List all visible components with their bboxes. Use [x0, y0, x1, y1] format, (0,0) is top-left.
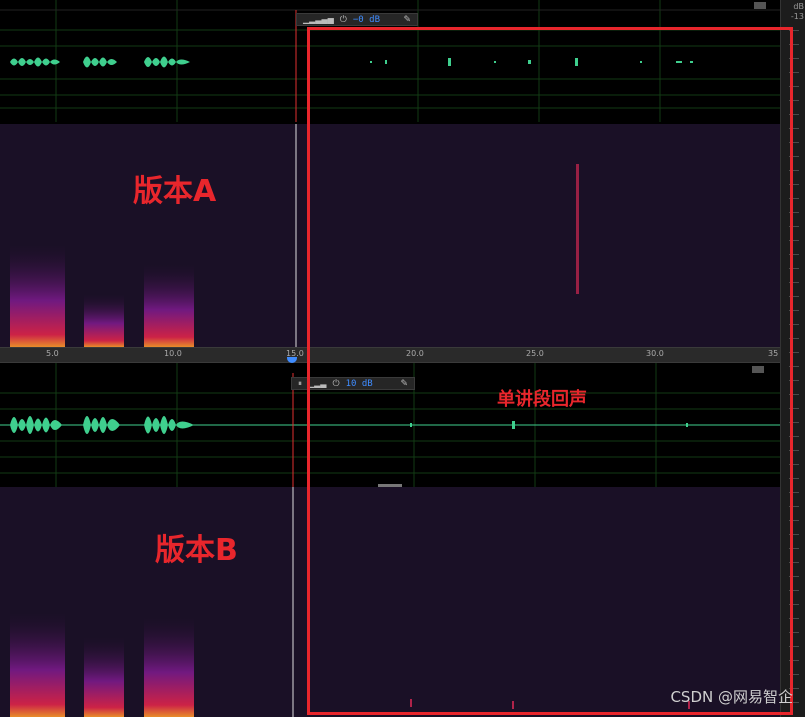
ruler-tick: 10.0	[164, 349, 182, 358]
echo-annotation: 单讲段回声	[497, 389, 587, 410]
db-label: dB	[793, 2, 804, 11]
pin-icon[interactable]: ✎	[403, 15, 411, 25]
meter-icon: ▁▂▃▄▅	[303, 15, 334, 24]
echo-highlight-box	[307, 27, 793, 715]
version-a-label: 版本A	[133, 174, 217, 209]
db-value: -13	[790, 12, 804, 21]
pause-icon[interactable]: ⏸	[298, 379, 302, 389]
ruler-tick: 5.0	[46, 349, 59, 358]
level-value: −0 dB	[352, 14, 380, 25]
watermark: CSDN @网易智企	[670, 688, 793, 706]
version-b-label: 版本B	[155, 533, 238, 568]
power-icon[interactable]: ⏻	[340, 15, 347, 25]
level-hud-a[interactable]: ▁▂▃▄▅ ⏻ −0 dB ✎	[296, 13, 418, 26]
